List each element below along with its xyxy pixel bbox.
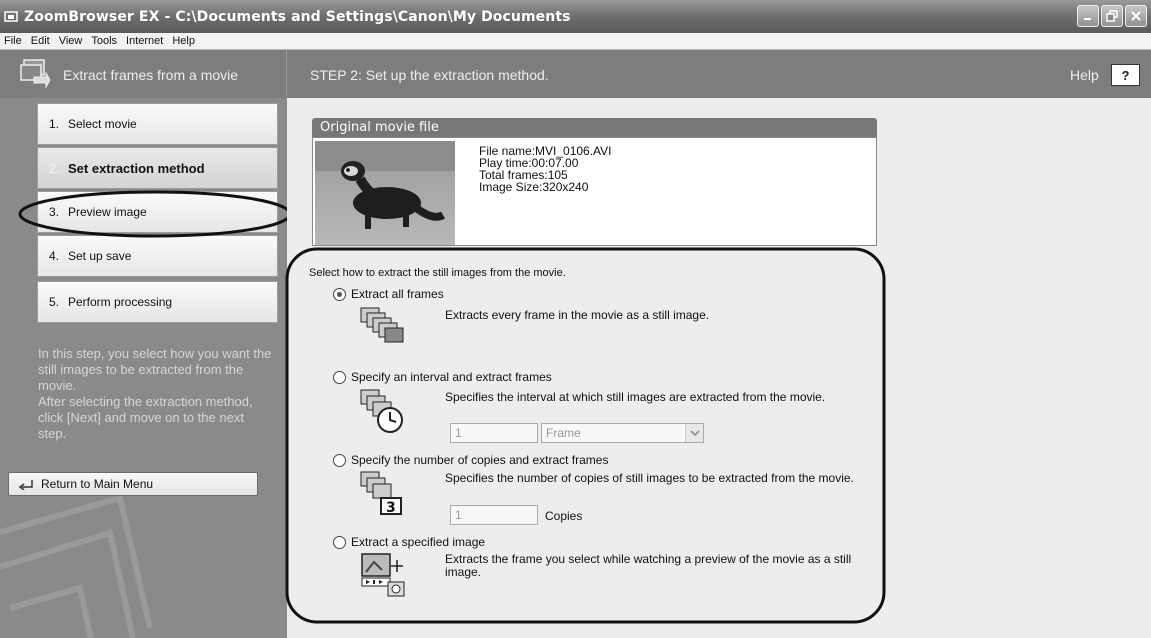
radio-number-of-copies[interactable]: Specify the number of copies and extract… [333,453,608,467]
copies-value-field[interactable]: 1 [450,505,538,525]
option-description: Extracts every frame in the movie as a s… [445,308,710,322]
close-icon [1131,11,1141,21]
radio-interval[interactable]: Specify an interval and extract frames [333,370,552,384]
decorative-photos-graphic [0,494,153,638]
radio-extract-all-frames[interactable]: Extract all frames [333,287,444,301]
header-band: Extract frames from a movie STEP 2: Set … [0,50,1151,98]
step-preview-image[interactable]: 3. Preview image [37,191,278,233]
interval-value-field[interactable]: 1 [450,423,538,443]
restore-icon [1106,10,1118,22]
specified-image-icon [361,553,405,597]
menu-file[interactable]: File [4,35,22,47]
option-description: Extracts the frame you select while watc… [445,552,852,579]
menu-tools[interactable]: Tools [91,35,117,47]
minimize-icon [1084,18,1091,20]
option-label: Extract all frames [351,287,444,301]
original-movie-box: File name:MVI_0106.AVI Play time:00:07.0… [312,137,877,246]
radio-indicator [333,287,346,301]
interval-clock-icon [360,389,403,433]
copies-unit-label: Copies [545,509,583,523]
step-label: Perform processing [68,295,173,309]
step-set-extraction-method[interactable]: 2. Set extraction method [37,147,278,189]
app-icon [4,10,18,22]
movie-thumbnail [315,141,455,245]
interval-unit-value: Frame [546,426,581,440]
minimize-button[interactable] [1077,5,1099,27]
radio-specified-image[interactable]: Extract a specified image [333,535,485,549]
image-size: Image Size:320x240 [479,180,589,194]
return-label: Return to Main Menu [41,477,154,491]
step-perform-processing[interactable]: 5. Perform processing [37,281,278,323]
help-button[interactable]: ? [1111,64,1140,86]
extraction-instruction: Select how to extract the still images f… [309,267,566,279]
step-label: Set extraction method [68,160,205,176]
return-arrow-icon [19,480,33,490]
menu-edit[interactable]: Edit [31,35,50,47]
step-set-up-save[interactable]: 4. Set up save [37,235,278,277]
menu-internet[interactable]: Internet [126,35,163,47]
step-label: Set up save [68,249,132,263]
file-info: File name:MVI_0106.AVI Play time:00:07.0… [479,145,612,193]
sidebar: 1. Select movie 2. Set extraction method… [0,98,287,638]
main-panel: Original movie file File name:MVI_0106.A… [287,98,1151,638]
menu-help[interactable]: Help [172,35,195,47]
radio-indicator [333,370,346,384]
copies-icon: 3 [360,471,402,516]
restore-button[interactable] [1101,5,1123,27]
panel-title: Extract frames from a movie [63,67,239,83]
option-description: Specifies the interval at which still im… [445,390,826,404]
step-title: STEP 2: Set up the extraction method. [310,67,549,83]
help-label: Help [1070,67,1099,83]
chevron-down-icon [685,424,703,442]
window-title: ZoomBrowser EX - C:\Documents and Settin… [24,8,571,25]
extract-frames-icon [20,59,50,89]
panel-header: Extract frames from a movie [0,50,287,98]
step-select-movie[interactable]: 1. Select movie [37,103,278,145]
option-description: Specifies the number of copies of still … [445,471,854,485]
copies-badge: 3 [386,500,396,516]
step-label: Select movie [68,117,137,131]
title-bar: ZoomBrowser EX - C:\Documents and Settin… [0,0,1151,33]
radio-indicator [333,453,346,467]
step-description: In this step, you select how you want th… [38,346,272,441]
option-label: Specify an interval and extract frames [351,370,552,384]
original-movie-header: Original movie file [312,118,877,137]
option-label: Specify the number of copies and extract… [351,453,609,467]
all-frames-icon [360,307,404,343]
interval-unit-select[interactable]: Frame [541,423,704,443]
menu-view[interactable]: View [59,35,83,47]
step-label: Preview image [68,205,147,219]
menu-bar: File Edit View Tools Internet Help [0,33,1151,50]
close-button[interactable] [1125,5,1147,27]
option-label: Extract a specified image [351,535,486,549]
radio-indicator [333,535,346,549]
return-to-main-menu-button[interactable]: Return to Main Menu [8,472,258,496]
